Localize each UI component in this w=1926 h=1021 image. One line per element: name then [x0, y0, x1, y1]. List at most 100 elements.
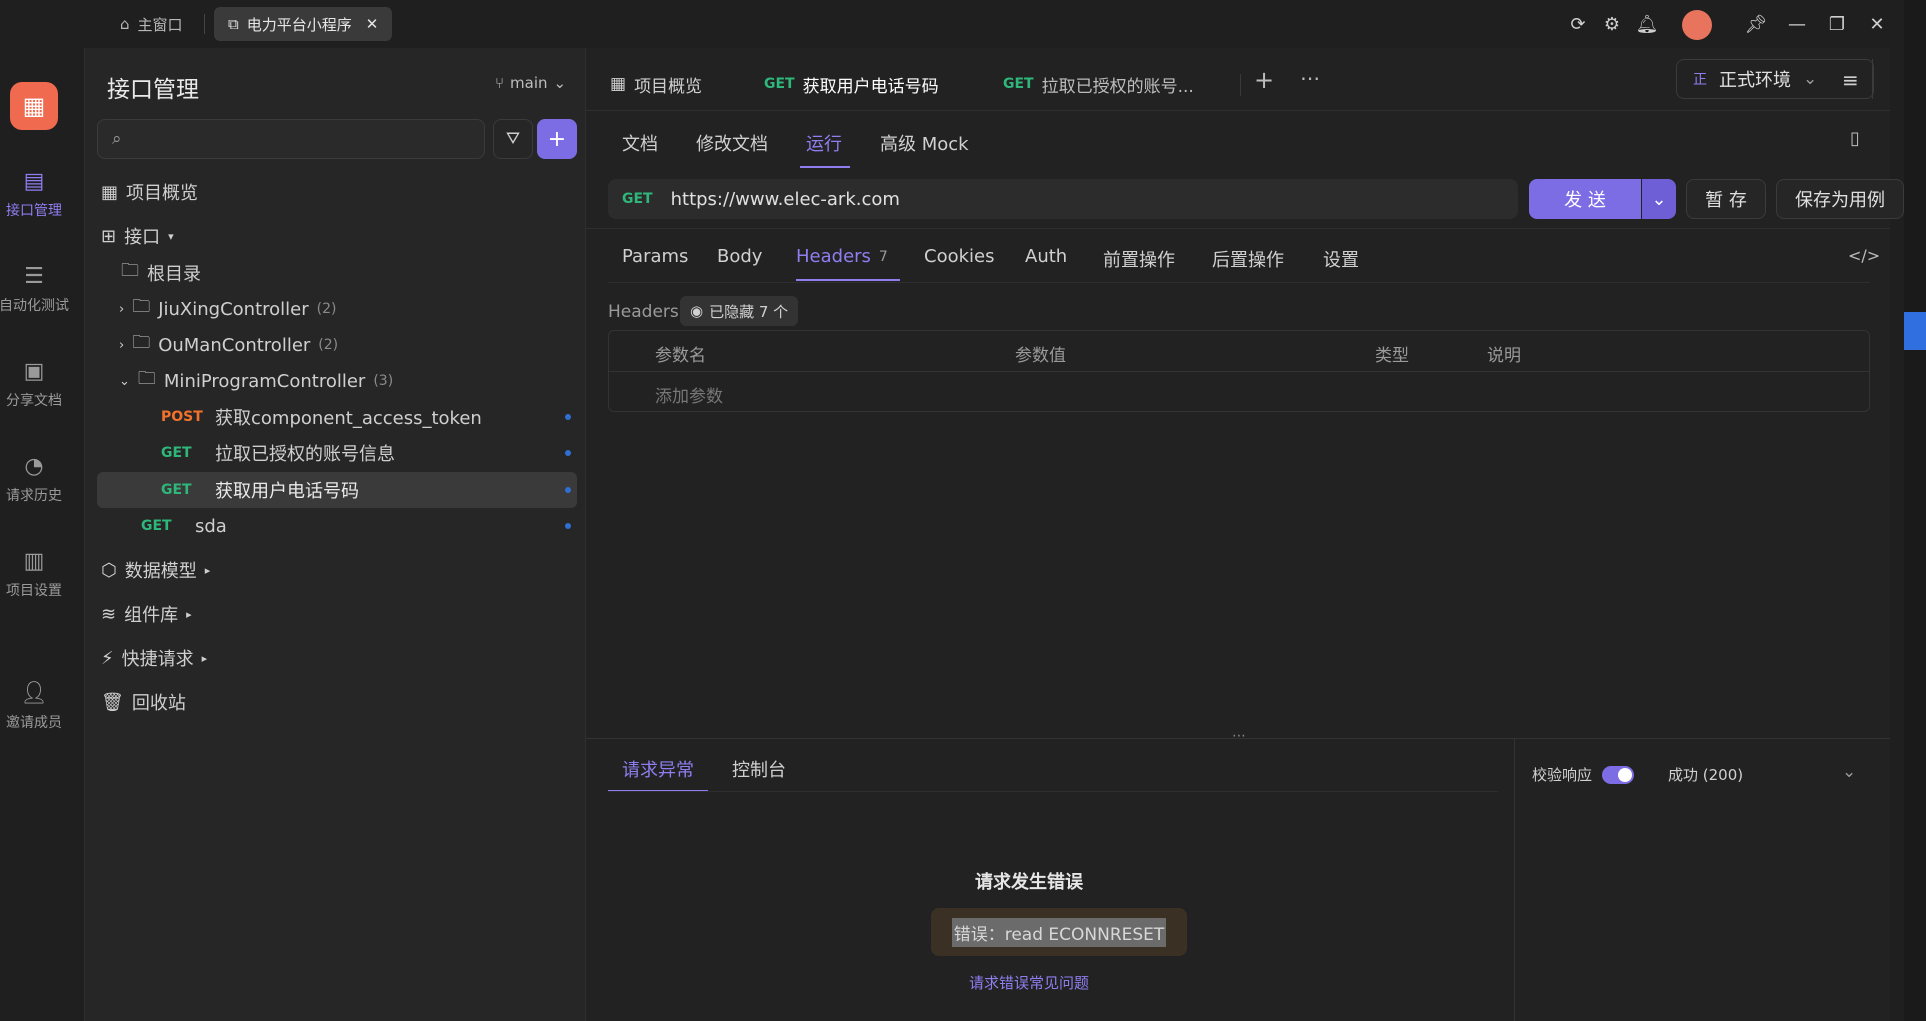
divider [586, 228, 1890, 229]
tree-components[interactable]: ≋ 组件库 ▸ [101, 596, 192, 632]
error-box: 错误：read ECONNRESET [931, 908, 1187, 956]
chevron-right-icon: › [119, 301, 125, 317]
project-tab[interactable]: ⧉ 电力平台小程序 ✕ [214, 7, 393, 41]
tree-recycle[interactable]: 🗑︎ 回收站 [101, 684, 186, 720]
tree-folder[interactable]: › 🗀 JiuXingController (2) [119, 291, 336, 327]
col-type: 类型 [1375, 346, 1409, 366]
menu-icon[interactable]: ≡ [1842, 68, 1859, 92]
tab-params[interactable]: Params [622, 246, 688, 267]
edge-highlight [1904, 312, 1926, 350]
tree-folder[interactable]: ⌄ 🗀 MiniProgramController (3) [119, 363, 393, 399]
overview-icon: ▦ [610, 74, 627, 94]
branch-label: main [510, 74, 548, 92]
add-button[interactable]: + [537, 119, 577, 159]
tab-label: 拉取已授权的账号... [1041, 76, 1194, 97]
search-input[interactable]: ⌕ [97, 119, 485, 159]
tree-root[interactable]: 🗀 根目录 [121, 255, 201, 291]
tab-headers[interactable]: Headers 7 [796, 246, 888, 267]
method-badge: GET [764, 76, 795, 92]
divider [204, 14, 205, 34]
main-area: ▦ 项目概览 GET 获取用户电话号码 GET 拉取已授权的账号... + ⋯ … [586, 48, 1904, 1021]
branch-icon: ⑂ [495, 74, 505, 92]
url-input[interactable]: GET https://www.elec-ark.com [608, 179, 1518, 219]
error-help-link[interactable]: 请求错误常见问题 [586, 972, 1472, 993]
rail-item-settings[interactable]: ▥ 项目设置 [0, 540, 76, 610]
add-param-input[interactable]: 添加参数 [655, 382, 723, 407]
branch-selector[interactable]: ⑂ main ⌄ [495, 74, 566, 92]
tab-post-ops[interactable]: 后置操作 [1212, 246, 1284, 272]
tree-interfaces[interactable]: ⊞ 接口 ▾ [101, 218, 174, 254]
subtab-doc[interactable]: 文档 [622, 130, 658, 156]
tab-console[interactable]: 控制台 [732, 756, 786, 782]
tree-overview[interactable]: ▦ 项目概览 [101, 174, 198, 210]
error-title: 请求发生错误 [975, 872, 1083, 893]
method-badge: GET [161, 445, 192, 461]
add-tab-icon[interactable]: + [1254, 66, 1274, 94]
minimize-icon[interactable]: — [1782, 9, 1812, 39]
tab-pre-ops[interactable]: 前置操作 [1103, 246, 1175, 272]
tree-endpoint[interactable]: GET 拉取已授权的账号信息 [161, 435, 571, 471]
send-dropdown-button[interactable]: ⌄ [1642, 179, 1676, 219]
tab-cookies[interactable]: Cookies [924, 246, 994, 267]
panel-toggle-icon[interactable]: ▯ [1850, 128, 1860, 149]
rail-item-invite[interactable]: 👤︎ 邀请成员 [0, 672, 76, 742]
tab-get-phone[interactable]: GET 获取用户电话号码 [764, 60, 939, 108]
col-name: 参数名 [655, 346, 706, 366]
close-tab-icon[interactable]: ✕ [366, 15, 379, 33]
table-divider [608, 371, 1870, 372]
tree-endpoint[interactable]: GET sda [141, 508, 571, 544]
save-temp-button[interactable]: 暂 存 [1686, 179, 1766, 219]
invite-icon: 👤︎ [20, 681, 48, 706]
divider [608, 282, 1870, 283]
rail-item-share[interactable]: ▣ 分享文档 [0, 350, 76, 420]
caret-down-icon: ▾ [168, 229, 174, 243]
status-dot [565, 523, 571, 529]
subtab-run[interactable]: 运行 [806, 130, 842, 156]
close-window-icon[interactable]: ✕ [1862, 9, 1892, 39]
filter-button[interactable]: ⛛ [493, 119, 533, 159]
rail-item-automation[interactable]: ☰ 自动化测试 [0, 255, 76, 325]
rail-label: 接口管理 [6, 203, 62, 219]
subtab-edit-doc[interactable]: 修改文档 [696, 130, 768, 156]
rail-item-api[interactable]: ▤ 接口管理 [0, 160, 76, 230]
tab-settings[interactable]: 设置 [1323, 246, 1359, 272]
rail-item-history[interactable]: ◔ 请求历史 [0, 445, 76, 515]
tab-body[interactable]: Body [717, 246, 762, 267]
divider [1514, 739, 1515, 1021]
more-icon[interactable]: ⋯ [1300, 66, 1320, 90]
restore-icon[interactable]: ❐ [1822, 9, 1852, 39]
sync-icon[interactable]: ⟳ [1563, 9, 1593, 39]
tab-request-error[interactable]: 请求异常 [622, 756, 694, 782]
method-badge: GET [1003, 76, 1034, 92]
gear-icon[interactable]: ⚙ [1597, 9, 1627, 39]
tab-overview[interactable]: ▦ 项目概览 [610, 60, 702, 108]
tree-endpoint[interactable]: POST 获取component_access_token [161, 399, 571, 435]
send-label: 发 送 [1564, 190, 1606, 211]
bell-icon[interactable]: 🔔︎ [1632, 9, 1662, 39]
trash-icon: 🗑︎ [101, 691, 124, 713]
pin-icon[interactable]: 📌︎ [1741, 9, 1771, 39]
tree-quick-request[interactable]: ⚡︎ 快捷请求 ▸ [101, 640, 207, 676]
chevron-down-icon[interactable]: ⌄ [1842, 762, 1856, 782]
title-bar: ⌂ 主窗口 ⧉ 电力平台小程序 ✕ ⟳ ⚙ 🔔︎ 📌︎ — ❐ ✕ [0, 0, 1926, 48]
send-button[interactable]: 发 送 [1529, 179, 1641, 219]
validate-row: 校验响应 成功 (200) [1532, 764, 1743, 785]
tree-endpoint-selected[interactable]: GET 获取用户电话号码 [161, 472, 571, 508]
save-case-button[interactable]: 保存为用例 [1776, 179, 1904, 219]
chevron-down-icon: ⌄ [119, 373, 130, 389]
tab-pull-account[interactable]: GET 拉取已授权的账号... [1003, 60, 1194, 108]
home-tab[interactable]: ⌂ 主窗口 [106, 7, 197, 41]
validate-toggle[interactable] [1602, 765, 1635, 784]
code-icon[interactable]: </> [1848, 246, 1880, 265]
hidden-headers-badge[interactable]: ◉ 已隐藏 7 个 [680, 296, 799, 326]
tree-data-model[interactable]: ⬡ 数据模型 ▸ [101, 552, 210, 588]
tree-label: 项目概览 [126, 183, 199, 204]
tree-folder[interactable]: › 🗀 OuManController (2) [119, 327, 338, 363]
status-dot [565, 487, 571, 493]
avatar[interactable] [1682, 10, 1712, 40]
drag-handle-icon[interactable]: ⋯ [1232, 728, 1246, 744]
external-icon: ⧉ [228, 15, 239, 33]
tab-auth[interactable]: Auth [1025, 246, 1067, 267]
subtab-mock[interactable]: 高级 Mock [880, 130, 969, 156]
interface-icon: ⊞ [101, 225, 117, 247]
